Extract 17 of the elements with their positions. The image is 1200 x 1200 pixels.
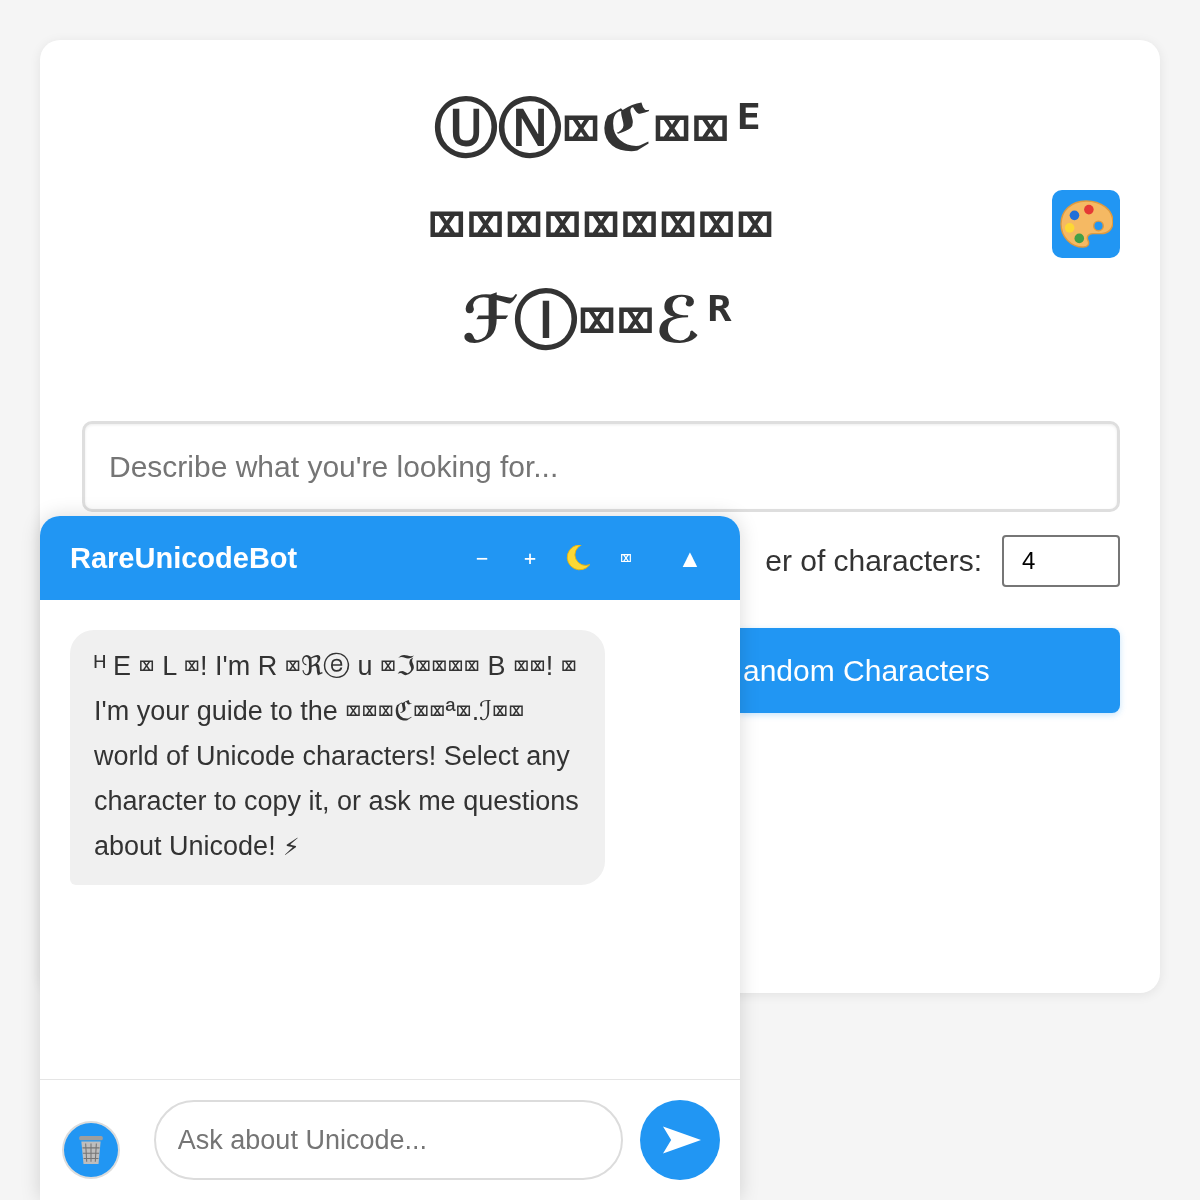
send-icon: [663, 1126, 702, 1154]
app-title: ⓊⓃ⌧ℭ⌧⌧ᴱ ⌧⌧⌧⌧⌧⌧⌧⌧⌧ ℱⒾ⌧⌧ℰᴿ: [427, 90, 775, 359]
chat-header-button[interactable]: +: [510, 538, 550, 578]
search-field[interactable]: Describe what you're looking for...: [82, 421, 1120, 512]
count-field[interactable]: 4: [1002, 535, 1120, 587]
palette-button[interactable]: [1052, 190, 1120, 258]
trash-icon: [77, 1135, 104, 1165]
message-input[interactable]: Ask about Unicode...: [153, 1100, 624, 1180]
chat-header-button[interactable]: −: [462, 538, 502, 578]
message-text: ᴴ E ⌧ L ⌧! I'm R ⌧ℜⓔ u ⌧ℑ⌧⌧⌧⌧ B ⌧⌧! ⌧ I'm your guide to the ⌧⌧⌧ℭ⌧⌧ª⌧.ℐ⌧⌧ world of Unicode characters! Select any character to copy it, or ask me questions about Unicode! ⚡: [94, 650, 580, 863]
palette-icon: [1059, 199, 1113, 249]
chat-header-button[interactable]: ⌧: [606, 538, 646, 578]
chat-title: RareUnicodeBot: [70, 541, 298, 575]
generate-button[interactable]: andom Characters: [740, 628, 1120, 713]
moon-icon: [566, 545, 590, 571]
count-label: er of characters:: [765, 544, 982, 578]
chat-header-button[interactable]: ▲: [670, 538, 710, 578]
